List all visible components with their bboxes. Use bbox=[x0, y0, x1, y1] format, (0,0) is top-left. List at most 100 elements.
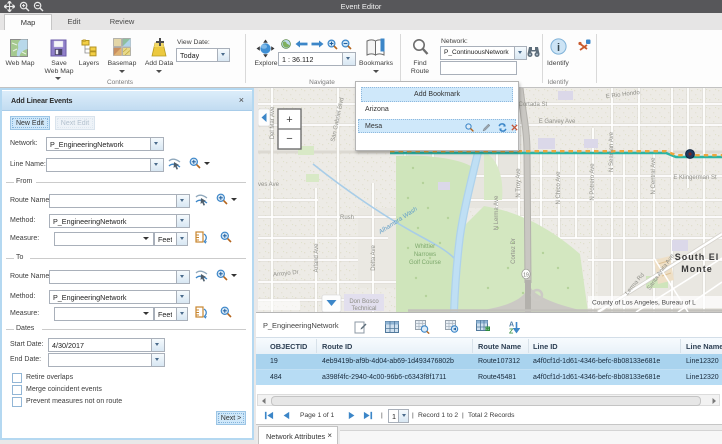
from-route-zoom-caret[interactable] bbox=[231, 198, 237, 201]
binoculars-icon[interactable] bbox=[527, 45, 540, 58]
from-route-name-combo[interactable] bbox=[49, 194, 190, 208]
forward-arrow-icon[interactable] bbox=[311, 40, 324, 48]
save-web-map-label2[interactable]: Web Map bbox=[37, 68, 81, 75]
map-zoom-in-button[interactable]: + bbox=[286, 114, 292, 126]
scroll-left-arrow[interactable] bbox=[260, 397, 268, 405]
last-page-button[interactable] bbox=[363, 411, 373, 420]
tab-edit[interactable]: Edit bbox=[56, 14, 92, 30]
scale-combo[interactable]: 1 : 36.112 bbox=[278, 52, 356, 66]
first-page-button[interactable] bbox=[264, 411, 274, 420]
from-method-combo[interactable]: P_EngineeringNetwork bbox=[49, 214, 190, 228]
save-web-map-caret[interactable] bbox=[55, 77, 61, 80]
bookmark-delete-icon[interactable] bbox=[511, 124, 518, 131]
col-line-id[interactable]: Line ID bbox=[533, 342, 558, 351]
tab-network-attributes[interactable]: Network Attributes × bbox=[258, 426, 338, 444]
next-button[interactable]: Next > bbox=[216, 411, 246, 425]
tab-review[interactable]: Review bbox=[100, 14, 144, 30]
combo-caret[interactable] bbox=[176, 233, 187, 245]
combo-caret[interactable] bbox=[150, 159, 163, 171]
bookmark-refresh-icon[interactable] bbox=[498, 123, 507, 132]
combo-caret[interactable] bbox=[398, 410, 408, 422]
back-arrow-icon[interactable] bbox=[295, 40, 308, 48]
start-date-combo[interactable]: 4/30/2017 bbox=[48, 338, 165, 352]
combo-caret[interactable] bbox=[176, 271, 189, 283]
bookmark-edit-icon[interactable] bbox=[482, 123, 491, 132]
col-line-name[interactable]: Line Name bbox=[686, 342, 722, 351]
tab-close-icon[interactable]: × bbox=[327, 431, 332, 440]
to-route-zoom-icon[interactable] bbox=[216, 269, 228, 281]
find-route-input[interactable] bbox=[440, 61, 517, 75]
layers-icon[interactable] bbox=[81, 39, 97, 57]
to-measure-zoom-icon[interactable] bbox=[220, 306, 232, 318]
tab-map[interactable]: Map bbox=[4, 14, 52, 31]
col-route-id[interactable]: Route ID bbox=[322, 342, 352, 351]
bookmark-zoom-icon[interactable] bbox=[465, 123, 474, 132]
to-measure-combo[interactable] bbox=[54, 307, 154, 321]
show-selected-records-icon[interactable] bbox=[476, 320, 490, 334]
explore-icon[interactable] bbox=[254, 39, 277, 58]
table-collapse-handle[interactable] bbox=[322, 295, 341, 312]
find-route-label1[interactable]: Find bbox=[398, 60, 442, 67]
combo-caret[interactable] bbox=[150, 138, 163, 150]
add-data-caret[interactable] bbox=[156, 70, 162, 73]
bookmarks-caret[interactable] bbox=[373, 70, 379, 73]
line-name-zoom-caret[interactable] bbox=[204, 162, 210, 165]
to-measure-pick-icon[interactable] bbox=[195, 306, 208, 319]
end-date-combo[interactable] bbox=[48, 353, 165, 367]
ribbon-zoom-out-icon[interactable] bbox=[341, 39, 352, 50]
next-page-button[interactable] bbox=[348, 411, 356, 420]
combo-caret[interactable] bbox=[151, 354, 164, 366]
col-objectid[interactable]: OBJECTID bbox=[270, 342, 307, 351]
from-measure-zoom-icon[interactable] bbox=[220, 231, 232, 243]
select-route-on-map-icon[interactable] bbox=[195, 193, 208, 206]
table-row[interactable]: 484 a398f4fc-2940-4c00-96b6-c6343f8f1711… bbox=[256, 370, 722, 385]
add-data-label[interactable]: Add Data bbox=[137, 60, 181, 67]
clear-flags-icon[interactable] bbox=[578, 39, 591, 51]
retire-overlaps-checkbox[interactable] bbox=[12, 373, 22, 383]
network-caret[interactable] bbox=[514, 47, 526, 59]
prevent-measures-checkbox[interactable] bbox=[12, 397, 22, 407]
scroll-thumb[interactable] bbox=[271, 396, 701, 406]
bookmarks-icon[interactable] bbox=[366, 38, 387, 58]
globe-icon[interactable] bbox=[281, 39, 291, 49]
combo-caret[interactable] bbox=[176, 215, 189, 227]
combo-caret[interactable] bbox=[176, 291, 189, 303]
zoom-to-selection-icon[interactable] bbox=[415, 320, 430, 334]
bookmark-item-arizona[interactable]: Arizona bbox=[365, 106, 389, 113]
from-measure-pick-icon[interactable] bbox=[195, 231, 208, 244]
combo-caret[interactable] bbox=[151, 339, 164, 351]
to-route-name-combo[interactable] bbox=[49, 270, 190, 284]
web-map-label[interactable]: Web Map bbox=[0, 60, 42, 67]
web-map-icon[interactable] bbox=[10, 39, 28, 57]
to-units-combo[interactable]: Feet bbox=[154, 307, 188, 321]
from-measure-combo[interactable] bbox=[54, 232, 154, 246]
combo-caret[interactable] bbox=[176, 195, 189, 207]
table-horizontal-scrollbar[interactable] bbox=[257, 394, 720, 406]
from-route-zoom-icon[interactable] bbox=[216, 193, 228, 205]
line-name-combo[interactable] bbox=[46, 158, 164, 172]
basemap-caret[interactable] bbox=[119, 70, 125, 73]
view-date-caret[interactable] bbox=[217, 49, 229, 61]
to-route-zoom-caret[interactable] bbox=[231, 274, 237, 277]
ribbon-zoom-in-icon[interactable] bbox=[327, 39, 338, 50]
page-number-combo[interactable]: 1 bbox=[388, 409, 409, 423]
add-bookmark-button[interactable]: Add Bookmark bbox=[361, 87, 513, 102]
select-route-on-map-icon[interactable] bbox=[195, 269, 208, 282]
bookmark-item-mesa[interactable]: Mesa bbox=[358, 119, 516, 133]
combo-caret[interactable] bbox=[143, 237, 149, 240]
panel-network-combo[interactable]: P_EngineeringNetwork bbox=[46, 137, 164, 151]
next-edit-button[interactable]: Next Edit bbox=[55, 116, 95, 130]
find-route-icon[interactable] bbox=[412, 38, 429, 56]
find-route-label2[interactable]: Route bbox=[398, 68, 442, 75]
panel-collapse-handle[interactable] bbox=[258, 109, 270, 126]
identify-label[interactable]: Identify bbox=[536, 60, 580, 67]
new-edit-button[interactable]: New Edit bbox=[10, 116, 50, 130]
add-data-icon[interactable] bbox=[149, 37, 169, 58]
map-zoom-out-button[interactable]: − bbox=[286, 133, 292, 145]
merge-coincident-checkbox[interactable] bbox=[12, 385, 22, 395]
switch-selection-icon[interactable] bbox=[445, 320, 460, 334]
bookmarks-label[interactable]: Bookmarks bbox=[354, 60, 398, 67]
basemap-icon[interactable] bbox=[113, 38, 131, 57]
from-units-combo[interactable]: Feet bbox=[154, 232, 188, 246]
identify-icon[interactable]: i bbox=[550, 38, 567, 55]
